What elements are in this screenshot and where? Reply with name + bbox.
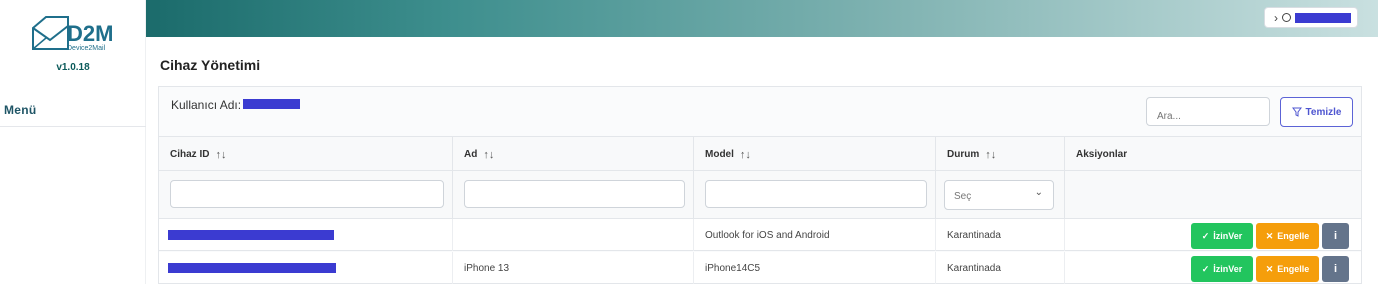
allow-button[interactable]: ✓ İzinVer — [1191, 256, 1253, 282]
name-cell: iPhone 13 — [453, 252, 694, 284]
svg-text:Device2Mail: Device2Mail — [67, 45, 106, 52]
table-row[interactable]: iPhone 13 iPhone14C5 Karantinada ✓ İzinV… — [159, 252, 1361, 284]
app-version: v1.0.18 — [56, 62, 90, 73]
info-button[interactable]: i — [1322, 223, 1349, 249]
device-id-redacted — [168, 230, 334, 240]
sort-icon[interactable]: ↑↓ — [985, 149, 996, 161]
user-label: Kullanıcı Adı: — [171, 98, 242, 112]
filter-icon — [1291, 107, 1302, 117]
status-cell: Karantinada — [936, 252, 1065, 284]
column-header-device-id[interactable]: Cihaz ID ↑↓ — [159, 137, 453, 172]
search-input[interactable] — [1146, 97, 1270, 126]
top-bar: › — [146, 0, 1378, 37]
sidebar: D2M Device2Mail v1.0.18 Menü — [0, 0, 146, 284]
clear-filters-button[interactable]: Temizle — [1280, 97, 1353, 127]
table-filter-row: Seç ⌄ — [159, 171, 1361, 219]
svg-text:D2M: D2M — [67, 21, 113, 46]
model-cell: Outlook for iOS and Android — [694, 219, 936, 251]
model-filter-input[interactable] — [705, 180, 927, 208]
info-button[interactable]: i — [1322, 256, 1349, 282]
sort-icon[interactable]: ↑↓ — [215, 149, 226, 161]
username-redacted — [1295, 12, 1351, 23]
block-button[interactable]: ✕ Engelle — [1256, 256, 1319, 282]
page-title: Cihaz Yönetimi — [160, 57, 261, 73]
device-id-filter-input[interactable] — [170, 180, 444, 208]
device-id-cell — [159, 252, 453, 284]
close-icon: ✕ — [1265, 230, 1274, 241]
chevron-right-icon: › — [1274, 10, 1278, 25]
column-header-status[interactable]: Durum ↑↓ — [936, 137, 1065, 172]
check-icon: ✓ — [1201, 230, 1210, 241]
model-cell: iPhone14C5 — [694, 252, 936, 284]
device-id-redacted — [168, 263, 336, 273]
column-header-model[interactable]: Model ↑↓ — [694, 137, 936, 172]
logo-envelope-icon: D2M Device2Mail — [32, 16, 113, 52]
column-header-name[interactable]: Ad ↑↓ — [453, 137, 694, 172]
menu-divider — [0, 126, 146, 127]
device-table-card: Kullanıcı Adı: Temizle Cihaz ID ↑↓ Ad ↑↓… — [158, 86, 1362, 284]
check-icon: ✓ — [1201, 263, 1210, 274]
clear-filters-label: Temizle — [1305, 106, 1342, 118]
name-filter-input[interactable] — [464, 180, 685, 208]
close-icon: ✕ — [1265, 263, 1274, 274]
block-button[interactable]: ✕ Engelle — [1256, 223, 1319, 249]
allow-button[interactable]: ✓ İzinVer — [1191, 223, 1253, 249]
sort-icon[interactable]: ↑↓ — [740, 149, 751, 161]
actions-cell: ✓ İzinVer ✕ Engelle i — [1065, 252, 1361, 284]
status-cell: Karantinada — [936, 219, 1065, 251]
sort-icon[interactable]: ↑↓ — [483, 149, 494, 161]
user-icon — [1282, 13, 1291, 22]
chevron-down-icon: ⌄ — [1034, 187, 1043, 198]
name-cell — [453, 219, 694, 251]
table-header-row: Cihaz ID ↑↓ Ad ↑↓ Model ↑↓ Durum ↑↓ Aksi… — [159, 136, 1361, 172]
actions-cell: ✓ İzinVer ✕ Engelle i — [1065, 219, 1361, 251]
user-menu-button[interactable]: › — [1264, 7, 1358, 28]
table-row[interactable]: Outlook for iOS and Android Karantinada … — [159, 219, 1361, 251]
menu-title: Menü — [4, 103, 37, 117]
user-name-redacted — [243, 99, 300, 109]
status-filter-select[interactable]: Seç ⌄ — [944, 180, 1054, 210]
column-header-actions: Aksiyonlar — [1076, 149, 1128, 160]
app-logo[interactable]: D2M Device2Mail — [30, 14, 120, 58]
device-id-cell — [159, 219, 453, 251]
